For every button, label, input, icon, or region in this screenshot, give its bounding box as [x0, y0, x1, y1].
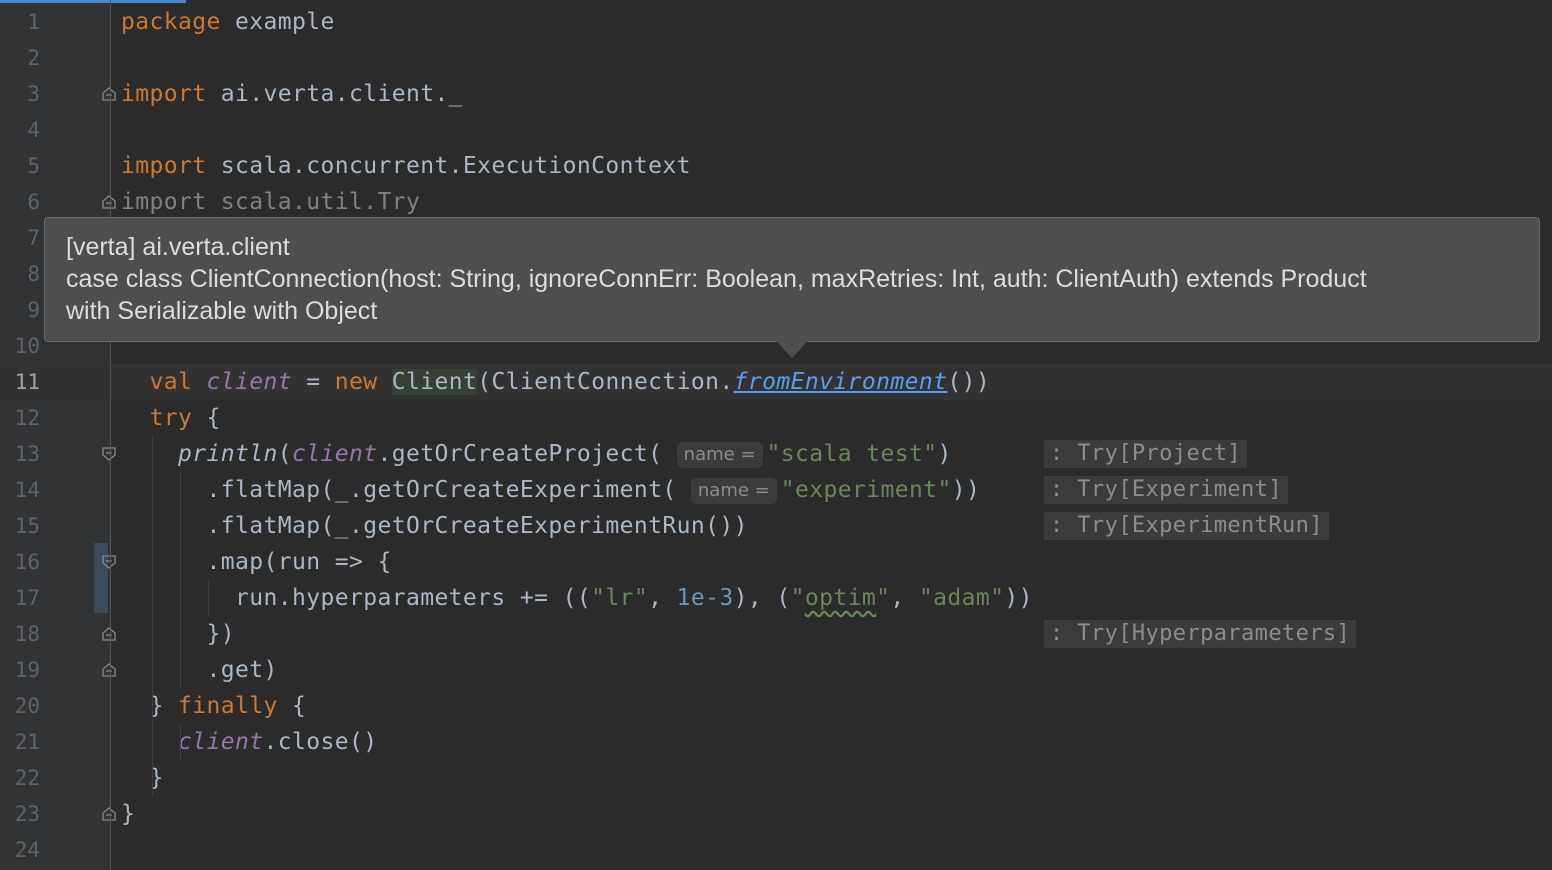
line-number[interactable]: 18 — [0, 616, 40, 652]
code-line[interactable]: 6 import scala.util.Try — [0, 184, 1552, 220]
code-line[interactable]: 5 import scala.concurrent.ExecutionContex… — [0, 148, 1552, 184]
line-number[interactable]: 10 — [0, 328, 40, 364]
code-line[interactable]: 16 .map(run => { — [0, 544, 1552, 580]
quick-documentation-tooltip: [verta] ai.verta.client case class Clien… — [44, 217, 1540, 342]
code-text[interactable]: import scala.util.Try — [121, 184, 420, 220]
tooltip-package: [verta] ai.verta.client — [66, 233, 290, 261]
line-number[interactable]: 11 — [0, 364, 40, 400]
line-number[interactable]: 12 — [0, 400, 40, 436]
line-number[interactable]: 23 — [0, 796, 40, 832]
gutter-separator — [110, 0, 111, 870]
code-text[interactable]: println(client.getOrCreateProject( name … — [121, 436, 952, 472]
line-number[interactable]: 24 — [0, 832, 40, 868]
indent-guide — [180, 724, 181, 760]
fold-end-icon[interactable] — [101, 662, 117, 678]
code-line[interactable]: 18 }) : Try[Hyperparameters] — [0, 616, 1552, 652]
code-text[interactable]: }) — [121, 616, 235, 652]
code-text[interactable]: val client = new Client(ClientConnection… — [121, 364, 990, 400]
line-number[interactable]: 1 — [0, 4, 40, 40]
code-text[interactable]: import scala.concurrent.ExecutionContext — [121, 148, 691, 184]
fold-end-icon[interactable] — [101, 86, 117, 102]
code-text[interactable]: run.hyperparameters += (("lr", 1e-3), ("… — [121, 580, 1033, 616]
code-line[interactable]: 17 run.hyperparameters += (("lr", 1e-3),… — [0, 580, 1552, 616]
code-line[interactable]: 23} — [0, 796, 1552, 832]
code-line[interactable]: 13 println(client.getOrCreateProject( na… — [0, 436, 1552, 472]
code-text[interactable]: .get) — [121, 652, 278, 688]
tooltip-signature-continued: with Serializable with Object — [66, 297, 378, 325]
editor-tab-indicator — [0, 0, 186, 3]
code-editor[interactable]: 1 package example 2 3 import ai.verta.client… — [0, 0, 1552, 870]
line-number[interactable]: 14 — [0, 472, 40, 508]
code-text[interactable]: .flatMap(_.getOrCreateExperiment( name =… — [121, 472, 980, 508]
code-line[interactable]: 15 .flatMap(_.getOrCreateExperimentRun()… — [0, 508, 1552, 544]
code-text[interactable]: package example — [121, 4, 335, 40]
code-line[interactable]: 3 import ai.verta.client._ — [0, 76, 1552, 112]
code-text[interactable]: } finally { — [121, 688, 306, 724]
fold-end-icon[interactable] — [101, 194, 117, 210]
code-text[interactable]: } — [121, 760, 164, 796]
line-number[interactable]: 21 — [0, 724, 40, 760]
code-line[interactable]: 2 — [0, 40, 1552, 76]
fold-end-icon[interactable] — [101, 806, 117, 822]
code-text[interactable]: import ai.verta.client._ — [121, 76, 463, 112]
type-hint: : Try[ExperimentRun] — [1044, 512, 1329, 540]
line-number[interactable]: 22 — [0, 760, 40, 796]
line-number[interactable]: 15 — [0, 508, 40, 544]
line-number[interactable]: 20 — [0, 688, 40, 724]
fold-start-icon[interactable] — [101, 446, 117, 462]
indent-guide — [152, 436, 153, 796]
type-hint: : Try[Project] — [1044, 440, 1248, 468]
line-number[interactable]: 2 — [0, 40, 40, 76]
code-line[interactable]: 14 .flatMap(_.getOrCreateExperiment( nam… — [0, 472, 1552, 508]
line-number[interactable]: 3 — [0, 76, 40, 112]
line-number[interactable]: 4 — [0, 112, 40, 148]
line-number[interactable]: 7 — [0, 220, 40, 256]
indent-guide — [180, 472, 181, 688]
code-line[interactable]: 19 .get) — [0, 652, 1552, 688]
code-text[interactable]: try { — [121, 400, 221, 436]
line-number[interactable]: 5 — [0, 148, 40, 184]
code-text[interactable]: .flatMap(_.getOrCreateExperimentRun()) — [121, 508, 748, 544]
type-hint: : Try[Hyperparameters] — [1044, 620, 1357, 648]
line-number[interactable]: 19 — [0, 652, 40, 688]
indent-guide — [208, 580, 209, 616]
code-line[interactable]: 24 — [0, 832, 1552, 868]
line-number[interactable]: 13 — [0, 436, 40, 472]
line-number[interactable]: 16 — [0, 544, 40, 580]
tooltip-arrow — [776, 341, 808, 358]
code-line[interactable]: 4 — [0, 112, 1552, 148]
code-line[interactable]: 11 val client = new Client(ClientConnect… — [0, 364, 1552, 400]
code-line[interactable]: 1 package example — [0, 4, 1552, 40]
type-hint: : Try[Experiment] — [1044, 476, 1288, 504]
code-line[interactable]: 12 try { — [0, 400, 1552, 436]
code-line[interactable]: 20 } finally { — [0, 688, 1552, 724]
fold-start-icon[interactable] — [101, 554, 117, 570]
code-text[interactable]: } — [121, 796, 135, 832]
parameter-name-hint: name = — [690, 478, 777, 504]
line-number[interactable]: 17 — [0, 580, 40, 616]
line-number[interactable]: 9 — [0, 292, 40, 328]
code-text[interactable]: .map(run => { — [121, 544, 392, 580]
fold-end-icon[interactable] — [101, 626, 117, 642]
line-number[interactable]: 6 — [0, 184, 40, 220]
line-number[interactable]: 8 — [0, 256, 40, 292]
code-line[interactable]: 22 } — [0, 760, 1552, 796]
parameter-name-hint: name = — [676, 442, 763, 468]
tooltip-signature: case class ClientConnection(host: String… — [66, 265, 1367, 293]
code-line[interactable]: 21 client.close() — [0, 724, 1552, 760]
code-text[interactable]: client.close() — [121, 724, 377, 760]
